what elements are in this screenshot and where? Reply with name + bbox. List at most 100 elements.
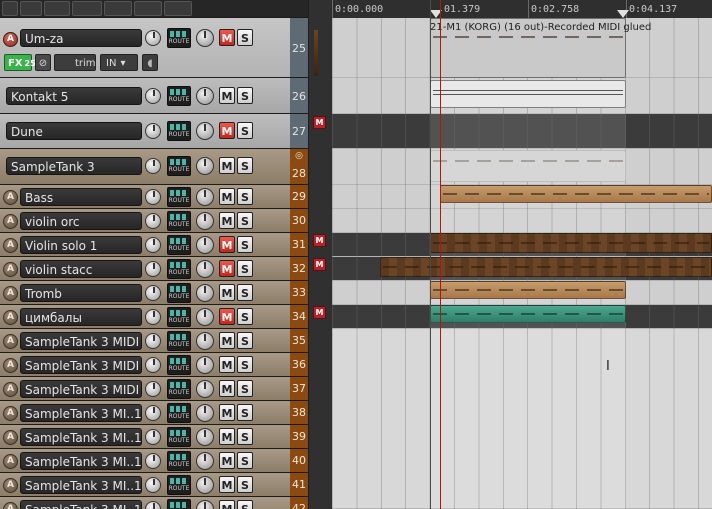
mute-button-27[interactable]: M xyxy=(219,122,235,139)
toolbar-button-2[interactable] xyxy=(20,1,42,16)
mute-button-31[interactable]: M xyxy=(219,236,235,253)
time-selection-end-marker[interactable] xyxy=(617,10,629,18)
track-29[interactable]: A Bass ROUTE M S 29 xyxy=(0,185,312,209)
toolbar-button-7[interactable] xyxy=(164,1,192,16)
track-name-28[interactable]: SampleTank 3 xyxy=(6,157,142,175)
solo-button-38[interactable]: S xyxy=(237,404,253,421)
toolbar-hand-tool-button[interactable] xyxy=(44,1,70,16)
mute-button-39[interactable]: M xyxy=(219,428,235,445)
trim-button[interactable]: trim xyxy=(54,54,96,71)
fx-button[interactable]: FX 25 xyxy=(4,54,36,71)
route-button-34[interactable]: ROUTE xyxy=(167,307,191,327)
route-button-38[interactable]: ROUTE xyxy=(167,403,191,423)
track-name-41[interactable]: SampleTank 3 MI..13 xyxy=(20,476,142,494)
track-40[interactable]: A SampleTank 3 MI..12 ROUTE M S 40 xyxy=(0,449,312,473)
arm-button-37[interactable]: A xyxy=(3,382,18,397)
pan-knob-41[interactable] xyxy=(145,477,161,493)
midi-item-29[interactable] xyxy=(440,185,712,203)
route-button-31[interactable]: ROUTE xyxy=(167,235,191,255)
midi-item-34[interactable] xyxy=(430,305,626,323)
monitor-icon[interactable]: ◖ xyxy=(142,54,158,71)
volume-knob-34[interactable] xyxy=(196,308,214,326)
toolbar-loop-button[interactable] xyxy=(134,1,162,16)
track-42[interactable]: A SampleTank 3 MI..14 ROUTE M S 42 xyxy=(0,497,312,509)
arm-button-42[interactable]: A xyxy=(3,502,18,509)
solo-button-40[interactable]: S xyxy=(237,452,253,469)
pan-knob-36[interactable] xyxy=(145,357,161,373)
folder-icon[interactable]: ◎ xyxy=(290,151,308,161)
route-button-36[interactable]: ROUTE xyxy=(167,355,191,375)
route-button-42[interactable]: ROUTE xyxy=(167,499,191,509)
track-name-40[interactable]: SampleTank 3 MI..12 xyxy=(20,452,142,470)
track-name-33[interactable]: Tromb xyxy=(20,284,142,302)
route-button-32[interactable]: ROUTE xyxy=(167,259,191,279)
route-button-27[interactable]: ROUTE xyxy=(167,121,191,141)
route-button-30[interactable]: ROUTE xyxy=(167,211,191,231)
track-38[interactable]: A SampleTank 3 MI..10 ROUTE M S 38 xyxy=(0,401,312,425)
solo-button-34[interactable]: S xyxy=(237,308,253,325)
route-button-28[interactable]: ROUTE xyxy=(167,156,191,176)
arm-button-31[interactable]: A xyxy=(3,238,18,253)
volume-knob-36[interactable] xyxy=(196,356,214,374)
mute-button-30[interactable]: M xyxy=(219,212,235,229)
track-34[interactable]: A цимбалы ROUTE M S 34 xyxy=(0,305,312,329)
arm-button-39[interactable]: A xyxy=(3,430,18,445)
route-button-41[interactable]: ROUTE xyxy=(167,475,191,495)
route-button-33[interactable]: ROUTE xyxy=(167,283,191,303)
route-button-35[interactable]: ROUTE xyxy=(167,331,191,351)
midi-item-33[interactable] xyxy=(430,281,626,299)
volume-knob-32[interactable] xyxy=(196,260,214,278)
arm-button-34[interactable]: A xyxy=(3,310,18,325)
mute-button-35[interactable]: M xyxy=(219,332,235,349)
toolbar-button-1[interactable] xyxy=(2,1,18,16)
midi-item-28[interactable] xyxy=(430,150,626,182)
track-33[interactable]: A Tromb ROUTE M S 33 xyxy=(0,281,312,305)
solo-button-27[interactable]: S xyxy=(237,122,253,139)
pan-knob-35[interactable] xyxy=(145,333,161,349)
pan-knob-38[interactable] xyxy=(145,405,161,421)
track-41[interactable]: A SampleTank 3 MI..13 ROUTE M S 41 xyxy=(0,473,312,497)
pan-knob-29[interactable] xyxy=(145,189,161,205)
track-name-25[interactable]: Um-za xyxy=(20,29,142,47)
pan-knob-27[interactable] xyxy=(145,123,161,139)
track-35[interactable]: A SampleTank 3 MIDI 7 ROUTE M S 35 xyxy=(0,329,312,353)
track-30[interactable]: A violin orc ROUTE M S 30 xyxy=(0,209,312,233)
mute-button-33[interactable]: M xyxy=(219,284,235,301)
arm-button-41[interactable]: A xyxy=(3,478,18,493)
track-name-42[interactable]: SampleTank 3 MI..14 xyxy=(20,500,142,509)
pan-knob-30[interactable] xyxy=(145,213,161,229)
mute-button-34[interactable]: M xyxy=(219,308,235,325)
track-31[interactable]: A Violin solo 1 ROUTE M S 31 xyxy=(0,233,312,257)
mute-button-36[interactable]: M xyxy=(219,356,235,373)
arm-button-29[interactable]: A xyxy=(3,190,18,205)
arrange-view[interactable]: 0:00.000 01.379 0:02.758 0:04.137 21-M1 … xyxy=(332,0,712,509)
track-36[interactable]: A SampleTank 3 MIDI 8 ROUTE M S 36 xyxy=(0,353,312,377)
mute-button-41[interactable]: M xyxy=(219,476,235,493)
solo-button-26[interactable]: S xyxy=(237,87,253,104)
mute-button-37[interactable]: M xyxy=(219,380,235,397)
midi-item-31[interactable] xyxy=(430,233,712,253)
toolbar-grid-button[interactable] xyxy=(104,1,132,16)
arm-button-32[interactable]: A xyxy=(3,262,18,277)
track-name-31[interactable]: Violin solo 1 xyxy=(20,236,142,254)
route-button-39[interactable]: ROUTE xyxy=(167,427,191,447)
solo-button-30[interactable]: S xyxy=(237,212,253,229)
route-button-26[interactable]: ROUTE xyxy=(167,86,191,106)
mute-button-42[interactable]: M xyxy=(219,500,235,509)
pan-knob-25[interactable] xyxy=(145,30,161,46)
solo-button-31[interactable]: S xyxy=(237,236,253,253)
track-25[interactable]: A Um-za ROUTE M S FX 25 ⊘ trim IN ▾ ◖ 25 xyxy=(0,18,312,78)
track-name-30[interactable]: violin orc xyxy=(20,212,142,230)
pan-knob-34[interactable] xyxy=(145,309,161,325)
volume-knob-41[interactable] xyxy=(196,476,214,494)
track-name-34[interactable]: цимбалы xyxy=(20,308,142,326)
solo-button-36[interactable]: S xyxy=(237,356,253,373)
volume-knob-31[interactable] xyxy=(196,236,214,254)
arm-button-25[interactable]: A xyxy=(3,32,18,47)
solo-button-25[interactable]: S xyxy=(237,29,253,46)
volume-knob-40[interactable] xyxy=(196,452,214,470)
track-name-37[interactable]: SampleTank 3 MIDI 9 xyxy=(20,380,142,398)
track-39[interactable]: A SampleTank 3 MI..11 ROUTE M S 39 xyxy=(0,425,312,449)
volume-knob-35[interactable] xyxy=(196,332,214,350)
route-button-40[interactable]: ROUTE xyxy=(167,451,191,471)
